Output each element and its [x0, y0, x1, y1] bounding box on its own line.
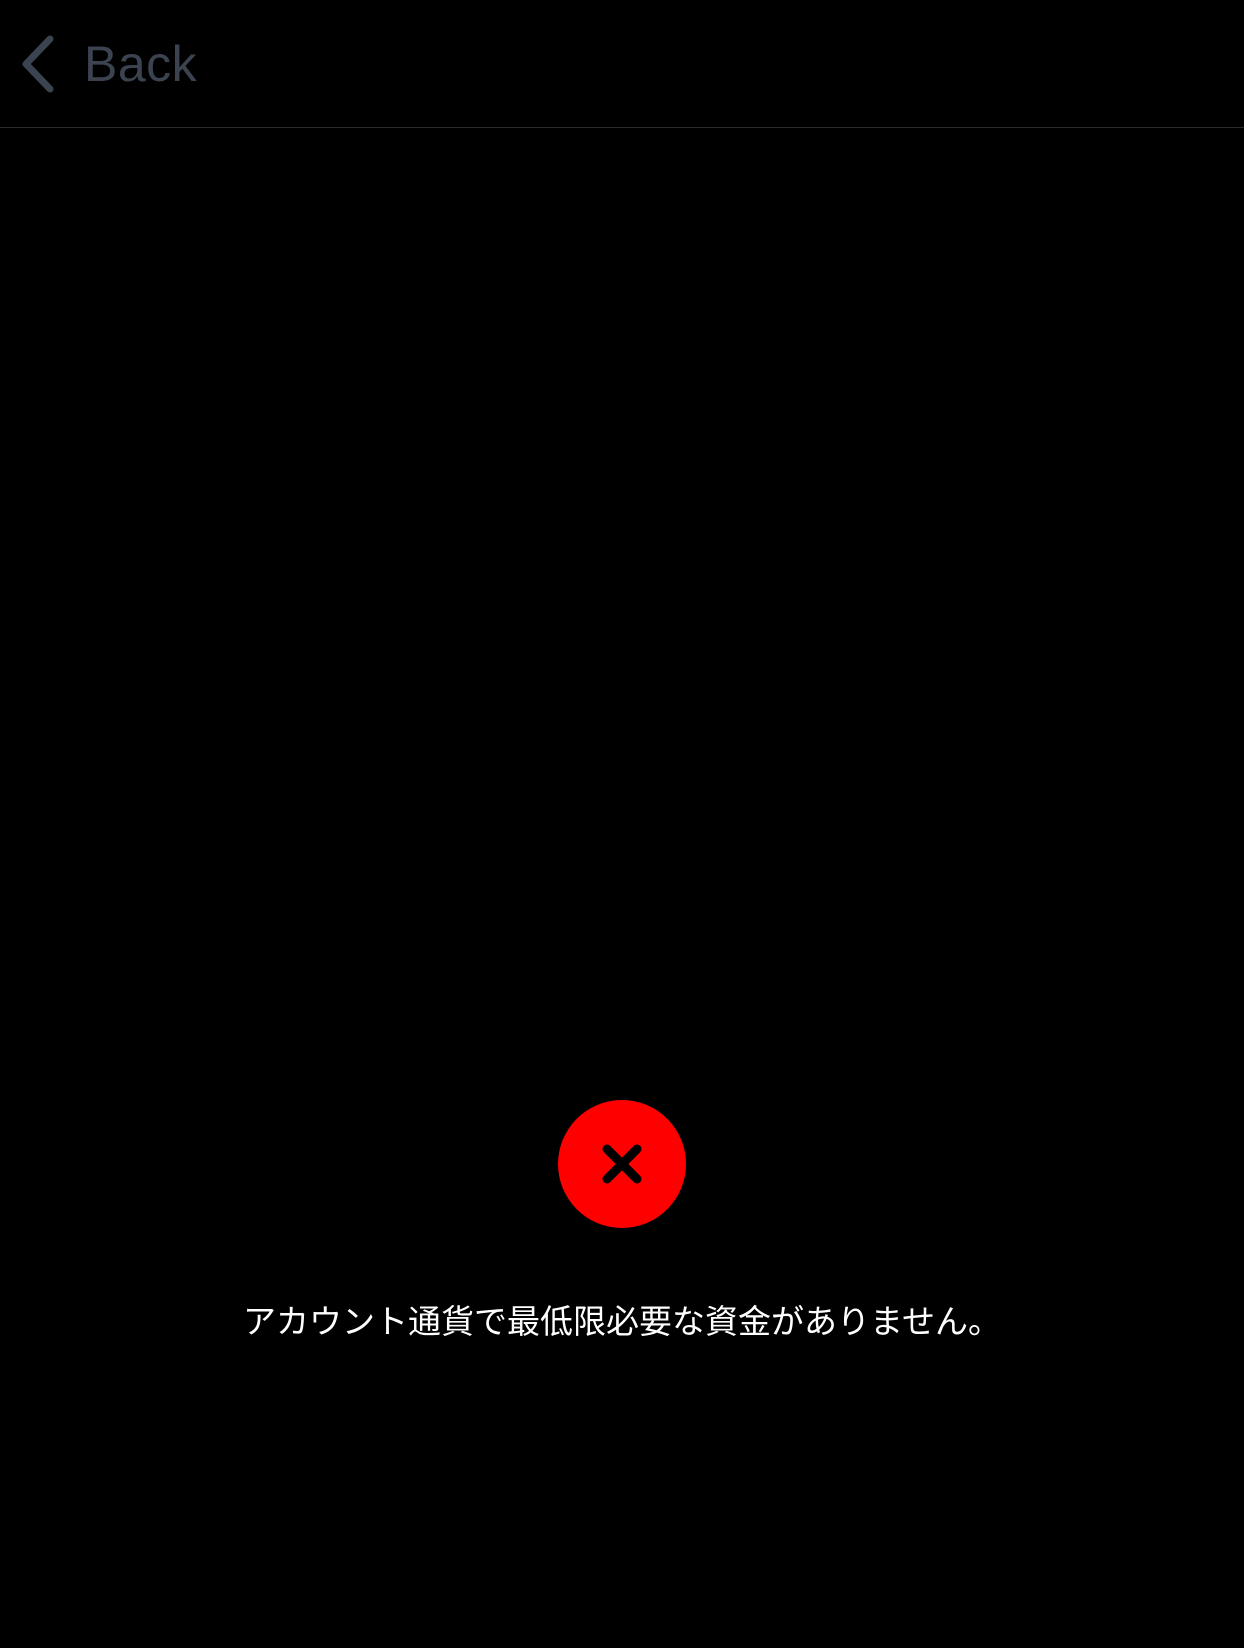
close-icon: [602, 1144, 642, 1184]
navigation-bar: Back: [0, 0, 1244, 128]
app-screen: Back アカウント通貨で最低限必要な資金がありません。: [0, 0, 1244, 1648]
chevron-left-icon: [22, 35, 54, 93]
error-status: アカウント通貨で最低限必要な資金がありません。: [0, 1100, 1244, 1342]
error-message: アカウント通貨で最低限必要な資金がありません。: [242, 1302, 1001, 1341]
back-label: Back: [84, 36, 198, 92]
back-button[interactable]: Back: [18, 28, 197, 100]
error-badge: [558, 1100, 686, 1228]
